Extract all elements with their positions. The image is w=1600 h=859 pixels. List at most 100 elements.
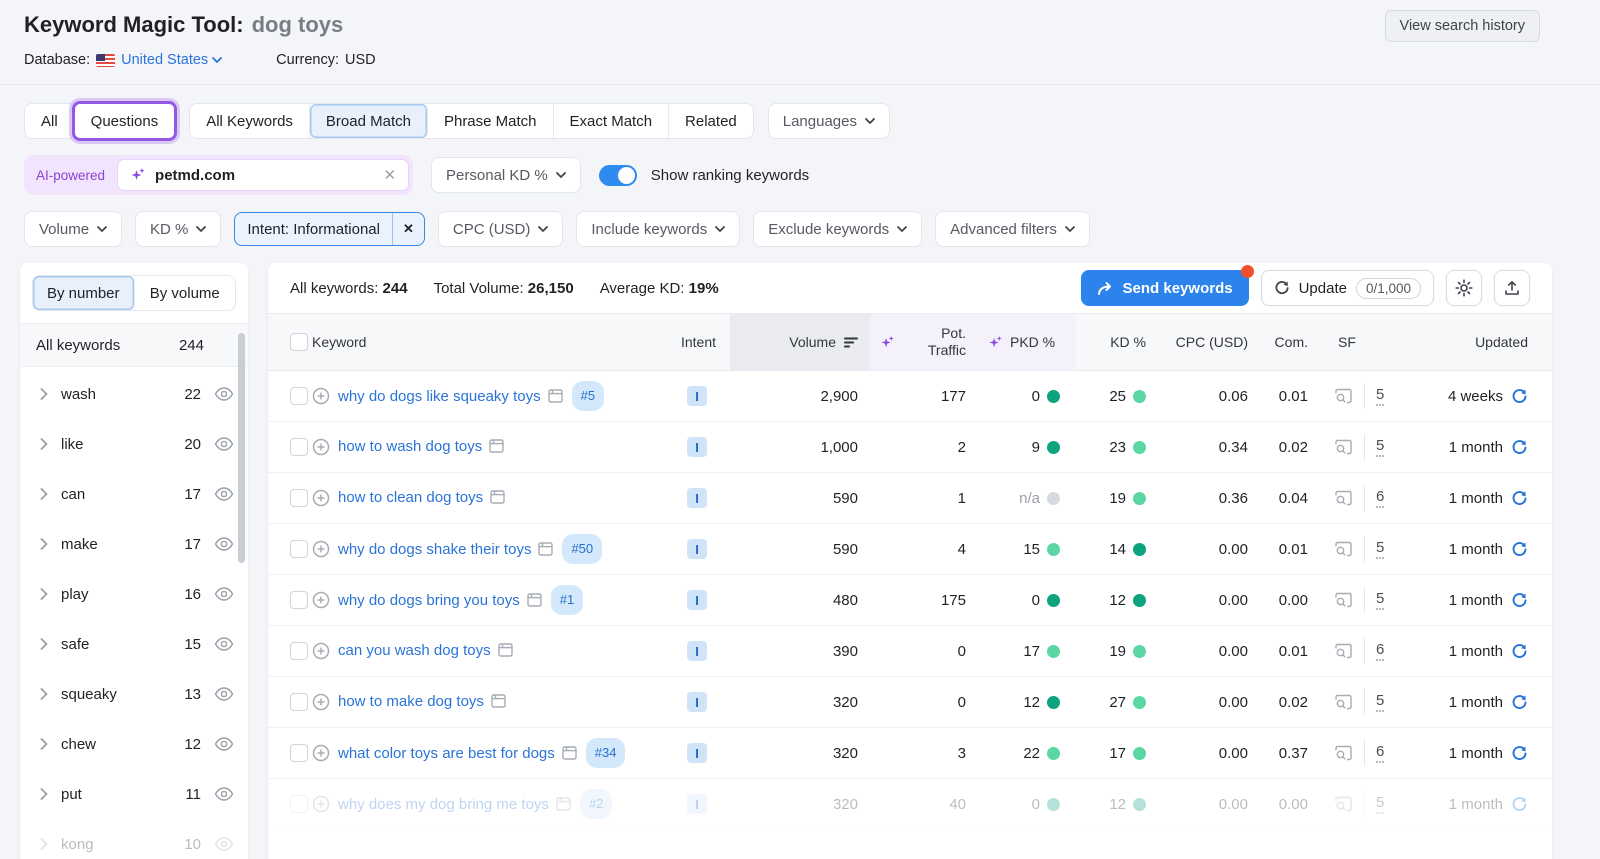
serp-preview-icon[interactable]	[1334, 796, 1353, 813]
expand-chevron-icon[interactable]	[40, 488, 48, 500]
kd-filter[interactable]: KD %	[135, 211, 221, 247]
serp-features-icon[interactable]	[548, 389, 563, 403]
serp-features-icon[interactable]	[562, 746, 577, 760]
sf-count[interactable]: 6	[1376, 641, 1384, 661]
expand-chevron-icon[interactable]	[40, 638, 48, 650]
col-intent[interactable]: Intent	[664, 314, 730, 370]
serp-features-icon[interactable]	[490, 490, 505, 504]
keyword-link[interactable]: why do dogs like squeaky toys	[338, 388, 541, 405]
row-checkbox[interactable]	[290, 642, 308, 660]
refresh-metrics-icon[interactable]	[1511, 439, 1528, 456]
all-keywords-row[interactable]: All keywords 244	[20, 323, 248, 367]
row-checkbox[interactable]	[290, 387, 308, 405]
refresh-metrics-icon[interactable]	[1511, 796, 1528, 813]
row-checkbox[interactable]	[290, 591, 308, 609]
eye-icon[interactable]	[214, 537, 234, 551]
tab-related[interactable]: Related	[669, 104, 753, 138]
sf-count[interactable]: 5	[1376, 539, 1384, 559]
expand-chevron-icon[interactable]	[40, 738, 48, 750]
export-button[interactable]	[1494, 270, 1530, 306]
add-keyword-icon[interactable]	[312, 795, 330, 813]
add-keyword-icon[interactable]	[312, 489, 330, 507]
row-checkbox[interactable]	[290, 540, 308, 558]
serp-preview-icon[interactable]	[1334, 592, 1353, 609]
serp-preview-icon[interactable]	[1334, 439, 1353, 456]
keyword-group-row[interactable]: can 17	[20, 469, 248, 519]
serp-preview-icon[interactable]	[1334, 694, 1353, 711]
tab-by-volume[interactable]: By volume	[135, 276, 236, 310]
col-pot-traffic[interactable]: Pot. Traffic	[904, 314, 970, 370]
sf-count[interactable]: 5	[1376, 692, 1384, 712]
sf-count[interactable]: 5	[1376, 590, 1384, 610]
keyword-group-row[interactable]: like 20	[20, 419, 248, 469]
row-checkbox[interactable]	[290, 744, 308, 762]
add-keyword-icon[interactable]	[312, 591, 330, 609]
serp-features-icon[interactable]	[527, 593, 542, 607]
serp-preview-icon[interactable]	[1334, 490, 1353, 507]
exclude-keywords-filter[interactable]: Exclude keywords	[753, 211, 922, 247]
keyword-link[interactable]: how to make dog toys	[338, 693, 484, 710]
eye-icon[interactable]	[214, 587, 234, 601]
serp-features-icon[interactable]	[489, 439, 504, 453]
col-sf[interactable]: SF	[1312, 314, 1404, 370]
expand-chevron-icon[interactable]	[40, 438, 48, 450]
eye-icon[interactable]	[214, 687, 234, 701]
advanced-filters[interactable]: Advanced filters	[935, 211, 1090, 247]
sf-count[interactable]: 6	[1376, 488, 1384, 508]
eye-icon[interactable]	[214, 637, 234, 651]
refresh-metrics-icon[interactable]	[1511, 388, 1528, 405]
eye-icon[interactable]	[214, 487, 234, 501]
view-search-history-button[interactable]: View search history	[1385, 10, 1540, 42]
expand-chevron-icon[interactable]	[40, 588, 48, 600]
add-keyword-icon[interactable]	[312, 693, 330, 711]
sf-count[interactable]: 5	[1376, 437, 1384, 457]
keyword-link[interactable]: how to wash dog toys	[338, 438, 482, 455]
col-keyword[interactable]: Keyword	[312, 314, 664, 370]
serp-preview-icon[interactable]	[1334, 745, 1353, 762]
expand-chevron-icon[interactable]	[40, 788, 48, 800]
serp-features-icon[interactable]	[491, 694, 506, 708]
add-keyword-icon[interactable]	[312, 387, 330, 405]
refresh-metrics-icon[interactable]	[1511, 490, 1528, 507]
tab-broad-match[interactable]: Broad Match	[310, 104, 428, 138]
tab-all-keywords[interactable]: All Keywords	[190, 104, 310, 138]
send-keywords-button[interactable]: Send keywords	[1081, 270, 1249, 306]
add-keyword-icon[interactable]	[312, 744, 330, 762]
refresh-metrics-icon[interactable]	[1511, 643, 1528, 660]
keyword-group-row[interactable]: put 11	[20, 769, 248, 819]
refresh-metrics-icon[interactable]	[1511, 592, 1528, 609]
tab-questions[interactable]: Questions	[75, 104, 175, 138]
eye-icon[interactable]	[214, 787, 234, 801]
add-keyword-icon[interactable]	[312, 438, 330, 456]
table-settings-button[interactable]	[1446, 270, 1482, 306]
database-selector[interactable]: United States	[121, 52, 222, 68]
eye-icon[interactable]	[214, 837, 234, 851]
search-input-wrap[interactable]: ✕	[117, 159, 409, 191]
intent-filter-chip[interactable]: Intent: Informational ✕	[234, 212, 424, 246]
keyword-group-row[interactable]: wash 22	[20, 369, 248, 419]
expand-chevron-icon[interactable]	[40, 388, 48, 400]
refresh-metrics-icon[interactable]	[1511, 541, 1528, 558]
col-pkd[interactable]: PKD %	[970, 314, 1076, 370]
expand-chevron-icon[interactable]	[40, 838, 48, 850]
remove-intent-filter-icon[interactable]: ✕	[392, 213, 424, 245]
keyword-link[interactable]: why do dogs bring you toys	[338, 592, 520, 609]
keyword-group-row[interactable]: make 17	[20, 519, 248, 569]
row-checkbox[interactable]	[290, 795, 308, 813]
personal-kd-dropdown[interactable]: Personal KD %	[431, 157, 581, 193]
sf-count[interactable]: 5	[1376, 794, 1384, 814]
tab-by-number[interactable]: By number	[33, 276, 135, 310]
languages-dropdown[interactable]: Languages	[768, 103, 890, 139]
serp-preview-icon[interactable]	[1334, 541, 1353, 558]
serp-preview-icon[interactable]	[1334, 388, 1353, 405]
keyword-link[interactable]: what color toys are best for dogs	[338, 745, 555, 762]
row-checkbox[interactable]	[290, 693, 308, 711]
volume-filter[interactable]: Volume	[24, 211, 122, 247]
col-kd[interactable]: KD %	[1076, 314, 1154, 370]
sf-count[interactable]: 5	[1376, 386, 1384, 406]
serp-features-icon[interactable]	[556, 797, 571, 811]
update-button[interactable]: Update 0/1,000	[1261, 270, 1434, 306]
sidebar-scrollbar[interactable]	[238, 333, 245, 563]
eye-icon[interactable]	[214, 437, 234, 451]
col-updated[interactable]: Updated	[1404, 314, 1552, 370]
